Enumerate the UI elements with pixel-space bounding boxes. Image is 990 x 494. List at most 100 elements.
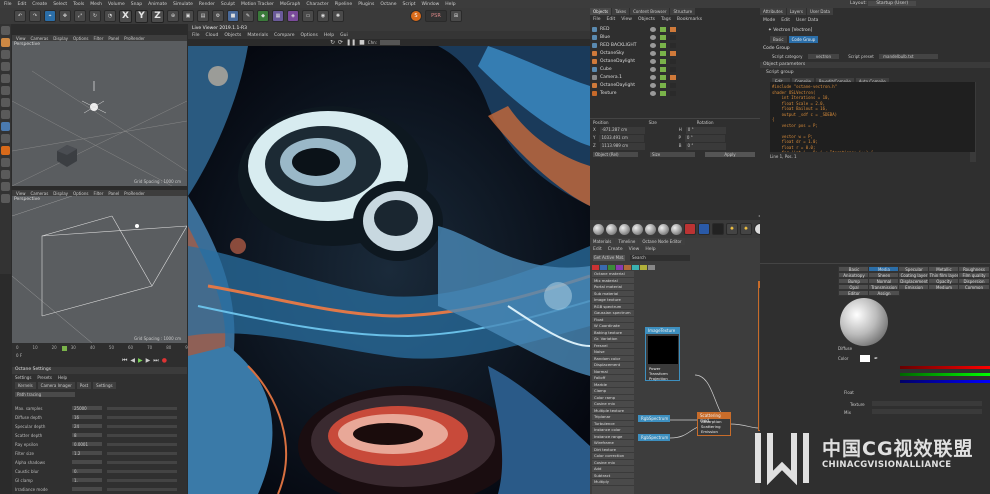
render-image[interactable] <box>188 46 590 494</box>
viewport-menu-item[interactable]: View <box>16 191 26 196</box>
viewport-menu-item[interactable]: Cameras <box>31 191 49 196</box>
setting-slider[interactable] <box>107 443 177 446</box>
enabled-check-icon[interactable] <box>660 75 666 80</box>
settings-tab[interactable]: Settings <box>93 382 116 389</box>
enabled-check-icon[interactable] <box>660 51 666 56</box>
octane-logo-icon[interactable]: S <box>410 10 422 22</box>
material-thumb-6[interactable] <box>658 223 669 235</box>
material-channel-tab[interactable]: Editor <box>838 290 870 296</box>
object-manager-tab[interactable]: Objects <box>590 8 612 15</box>
attribute-tab[interactable]: User Data <box>807 8 833 15</box>
octane-blue-icon[interactable] <box>698 223 710 235</box>
floor-icon[interactable]: ▭ <box>302 10 314 22</box>
setting-value[interactable]: 8 <box>72 433 102 438</box>
visibility-icon[interactable] <box>650 35 656 40</box>
tag-icon[interactable] <box>670 27 676 32</box>
render-view-icon[interactable]: ▣ <box>182 10 194 22</box>
menu-item[interactable]: Pipeline <box>335 2 353 7</box>
enabled-check-icon[interactable] <box>660 43 666 48</box>
material-thumb-1[interactable] <box>593 223 604 235</box>
octane-live-icon[interactable]: PSR <box>425 10 447 22</box>
menu-item[interactable]: Mesh <box>90 2 102 7</box>
script-group-heading[interactable]: Script group <box>766 70 794 75</box>
cube-icon[interactable]: ■ <box>227 10 239 22</box>
color-swatch[interactable] <box>860 355 870 362</box>
menu-item[interactable]: Select <box>53 2 67 7</box>
menu-item[interactable]: Volume <box>108 2 125 7</box>
live-viewer-menu-item[interactable]: Cloud <box>206 33 219 38</box>
playhead[interactable] <box>62 346 67 351</box>
material-channel-tab[interactable]: Common <box>958 284 990 290</box>
lock-z-button[interactable]: Z <box>151 9 164 23</box>
enabled-check-icon[interactable] <box>660 59 666 64</box>
render-picture-icon[interactable]: ▤ <box>197 10 209 22</box>
live-viewer-menu-item[interactable]: Objects <box>224 33 241 38</box>
viewport-menu-item[interactable]: Filter <box>93 36 103 41</box>
snap-icon[interactable]: ⊞ <box>450 10 462 22</box>
prev-frame-icon[interactable]: ◀ <box>130 357 135 365</box>
visibility-icon[interactable] <box>650 83 656 88</box>
visibility-icon[interactable] <box>650 67 656 72</box>
rotation-field[interactable]: 0 ° <box>685 143 726 150</box>
setting-value[interactable]: 25000 <box>72 406 102 411</box>
light-icon[interactable]: ✺ <box>332 10 344 22</box>
attribute-menu-item[interactable]: Mode <box>763 18 775 23</box>
menu-item[interactable]: Character <box>306 2 328 7</box>
blue-slider[interactable] <box>900 380 990 383</box>
setting-slider[interactable] <box>107 434 177 437</box>
menu-item[interactable]: Simulate <box>173 2 193 7</box>
object-row[interactable]: RED <box>592 26 757 33</box>
setting-slider[interactable] <box>107 425 177 428</box>
menu-item[interactable]: Sculpt <box>221 2 235 7</box>
object-manager-menu-item[interactable]: Tags <box>661 17 671 22</box>
material-thumb-5[interactable] <box>645 223 656 235</box>
script-category-dropdown[interactable]: vectron <box>807 54 839 59</box>
first-frame-icon[interactable]: ⏮ <box>122 357 127 365</box>
channel-dropdown[interactable] <box>380 39 401 45</box>
visibility-icon[interactable] <box>650 75 656 80</box>
attribute-menu-item[interactable]: User Data <box>796 18 818 23</box>
viewport-menu-item[interactable]: Filter <box>93 191 103 196</box>
object-manager-tab[interactable]: Structure <box>670 8 696 15</box>
visibility-icon[interactable] <box>650 59 656 64</box>
tag-icon[interactable] <box>670 67 676 72</box>
rotate-icon[interactable]: ↻ <box>89 10 101 22</box>
solo-icon[interactable] <box>1 134 10 143</box>
settings-tab[interactable]: Kernels <box>15 382 36 389</box>
object-manager-tab[interactable]: Content Browser <box>630 8 670 15</box>
camera-icon[interactable]: ◉ <box>317 10 329 22</box>
lock-y-button[interactable]: Y <box>135 9 148 23</box>
live-viewer-menu-item[interactable]: Help <box>324 33 334 38</box>
visibility-icon[interactable] <box>650 27 656 32</box>
menu-item[interactable]: MoGraph <box>280 2 300 7</box>
osl-code-editor[interactable]: #include "octane-vectron.h" shader OSLVe… <box>770 82 975 152</box>
tag-icon[interactable] <box>670 43 676 48</box>
tweak-mode-icon[interactable] <box>1 110 10 119</box>
subtab-basic[interactable]: Basic <box>770 36 787 43</box>
viewport-bottom[interactable]: Perspective Grid Spacing : 1000 cm <box>12 196 187 343</box>
material-thumb-2[interactable] <box>606 223 617 235</box>
position-field[interactable]: 1113.989 cm <box>599 143 645 150</box>
octane-tag-icon[interactable] <box>1 146 10 155</box>
menu-item[interactable]: Motion Tracker <box>241 2 274 7</box>
scattering-node[interactable]: Scattering med. Absorption Scattering Em… <box>697 412 731 436</box>
settings-tab[interactable]: Camera Imager <box>37 382 75 389</box>
viewport-top[interactable]: Perspective Grid Spacing : 1000 cm <box>12 41 187 186</box>
menu-item[interactable]: Create <box>32 2 47 7</box>
setting-slider[interactable] <box>107 488 177 491</box>
material-thumb-7[interactable] <box>671 223 682 235</box>
rgb-spectrum-node-1[interactable]: RgbSpectrum <box>638 415 670 422</box>
attribute-tab[interactable]: Layers <box>786 8 806 15</box>
setting-value[interactable]: 0. <box>72 469 102 474</box>
setting-slider[interactable] <box>107 479 177 482</box>
octane-sun-icon[interactable]: ✹ <box>726 223 738 235</box>
menu-item[interactable]: Animate <box>148 2 167 7</box>
visibility-icon[interactable] <box>650 43 656 48</box>
material-thumb-4[interactable] <box>632 223 643 235</box>
green-slider[interactable] <box>900 373 990 376</box>
last-frame-icon[interactable]: ⏭ <box>153 357 158 365</box>
viewport-menu-item[interactable]: ProRender <box>124 36 145 41</box>
edges-mode-icon[interactable] <box>1 74 10 83</box>
setting-value[interactable]: 1. <box>72 478 102 483</box>
model-mode-icon[interactable] <box>1 26 10 35</box>
